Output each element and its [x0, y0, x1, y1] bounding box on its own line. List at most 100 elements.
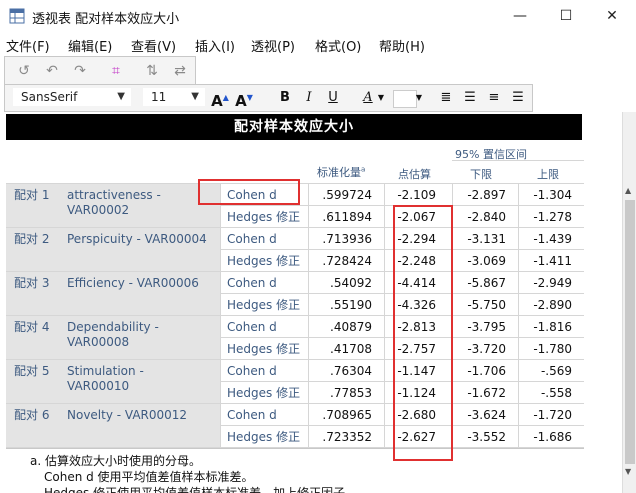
standardizer-cell: .76304 — [330, 364, 372, 378]
upper-bound-cell: -.558 — [540, 386, 572, 400]
lower-bound-cell: -3.552 — [467, 430, 506, 444]
lower-bound-cell: -1.706 — [467, 364, 506, 378]
font-size-select[interactable]: 11 ▼ — [143, 88, 205, 106]
menu-edit[interactable]: 编辑(E) — [68, 36, 112, 55]
lower-bound-cell: -2.840 — [467, 210, 506, 224]
swap-rows-icon[interactable]: ⇅ — [143, 62, 161, 80]
title-bar: 透视表 配对样本效应大小 — ☐ ✕ — [0, 0, 636, 32]
group-label: 配对 3 — [14, 276, 50, 290]
upper-bound-cell: -.569 — [540, 364, 572, 378]
footnote-a: a. 估算效应大小时使用的分母。 — [30, 454, 201, 468]
variable-label: Efficiency - VAR00006 — [67, 276, 199, 290]
vertical-scrollbar[interactable]: ▲ ▼ — [622, 112, 636, 493]
menu-file[interactable]: 文件(F) — [6, 36, 50, 55]
group-label: 配对 2 — [14, 232, 50, 246]
statistic-label: Cohen d — [227, 320, 277, 334]
statistic-label: Hedges 修正 — [227, 298, 301, 312]
upper-bound-cell: -1.411 — [533, 254, 572, 268]
align-justify-icon[interactable]: ☰ — [461, 88, 479, 108]
undo-icon[interactable]: ↺ — [15, 62, 33, 80]
menu-insert[interactable]: 插入(I) — [195, 36, 235, 55]
group-label: 配对 4 — [14, 320, 50, 334]
align-right-icon[interactable]: ☰ — [509, 88, 527, 108]
lower-bound-cell: -1.672 — [467, 386, 506, 400]
window-title: 透视表 配对样本效应大小 — [32, 12, 180, 27]
statistic-label: Hedges 修正 — [227, 342, 301, 356]
standardizer-cell: .77853 — [330, 386, 372, 400]
point-estimate-cell: -2.109 — [397, 188, 436, 202]
standardizer-cell: .723352 — [322, 430, 372, 444]
lower-bound-cell: -3.624 — [467, 408, 506, 422]
italic-button[interactable]: I — [301, 88, 317, 108]
pivot-toolbar: ↺ ↶ ↷ ⌗ ⇅ ⇄ — [4, 56, 196, 86]
bold-button[interactable]: B — [277, 88, 293, 108]
cohen-d-highlight — [198, 179, 300, 205]
underline-button[interactable]: U — [325, 88, 341, 108]
maximize-button[interactable]: ☐ — [543, 0, 589, 32]
font-family-select[interactable]: SansSerif ▼ — [13, 88, 131, 106]
upper-bound-cell: -1.439 — [533, 232, 572, 246]
column-divider — [518, 183, 519, 448]
upper-bound-cell: -1.278 — [533, 210, 572, 224]
pivot-table-icon — [9, 8, 25, 24]
variable-label: Novelty - VAR00012 — [67, 408, 188, 422]
scroll-down-icon[interactable]: ▼ — [625, 467, 631, 476]
group-label: 配对 6 — [14, 408, 50, 422]
standardizer-cell: .708965 — [322, 408, 372, 422]
menu-view[interactable]: 查看(V) — [131, 36, 176, 55]
chevron-down-icon[interactable]: ▼ — [415, 88, 423, 108]
menu-help[interactable]: 帮助(H) — [379, 36, 425, 55]
align-left-icon[interactable]: ≣ — [437, 88, 455, 108]
standardizer-cell: .599724 — [322, 188, 372, 202]
menu-format[interactable]: 格式(O) — [315, 36, 361, 55]
statistic-label: Hedges 修正 — [227, 210, 301, 224]
chevron-down-icon[interactable]: ▼ — [377, 88, 385, 108]
redo-icon[interactable]: ↷ — [71, 62, 89, 80]
minimize-button[interactable]: — — [497, 0, 543, 32]
lower-bound-cell: -3.131 — [467, 232, 506, 246]
table-title: 配对样本效应大小 — [6, 114, 582, 140]
format-toolbar: SansSerif ▼ 11 ▼ A▲ A▼ B I U A ▼ ▼ ≣ ☰ ≡… — [4, 84, 533, 112]
swap-columns-icon[interactable]: ⇄ — [171, 62, 189, 80]
upper-bound-cell: -1.720 — [533, 408, 572, 422]
lower-bound-cell: -5.867 — [467, 276, 506, 290]
upper-header: 上限 — [537, 168, 559, 181]
footnote-cohen: Cohen d 使用平均值差值样本标准差。 — [44, 470, 254, 484]
pivot-trays-icon[interactable]: ⌗ — [107, 62, 125, 80]
variable-label: attractiveness - VAR00002 — [67, 188, 161, 217]
font-size-value: 11 — [151, 90, 167, 104]
standardizer-cell: .728424 — [322, 254, 372, 268]
scroll-thumb[interactable] — [625, 200, 635, 464]
variable-label: Perspicuity - VAR00004 — [67, 232, 207, 246]
group-label: 配对 1 — [14, 188, 50, 202]
statistic-label: Cohen d — [227, 276, 277, 290]
point-header: 点估算 — [398, 168, 431, 181]
upper-bound-cell: -1.686 — [533, 430, 572, 444]
standardizer-cell: .55190 — [330, 298, 372, 312]
statistic-label: Cohen d — [227, 408, 277, 422]
column-divider — [384, 183, 385, 448]
chevron-down-icon: ▼ — [191, 91, 199, 102]
footnote-hedges: Hedges 修正使用平均值差值样本标准差，加上修正因子。 — [44, 486, 358, 493]
standardizer-cell: .611894 — [322, 210, 372, 224]
chevron-down-icon: ▼ — [117, 91, 125, 102]
text-color-button[interactable]: A — [361, 88, 375, 108]
point-estimate-highlight — [393, 205, 453, 461]
grow-font-button[interactable]: A▲ — [211, 88, 229, 110]
standardizer-cell: .713936 — [322, 232, 372, 246]
lower-bound-cell: -5.750 — [467, 298, 506, 312]
lower-bound-cell: -2.897 — [467, 188, 506, 202]
scroll-up-icon[interactable]: ▲ — [625, 186, 631, 195]
close-button[interactable]: ✕ — [589, 0, 635, 32]
background-color-swatch[interactable] — [393, 90, 417, 108]
menu-pivot[interactable]: 透视(P) — [251, 36, 295, 55]
align-center-icon[interactable]: ≡ — [485, 88, 503, 108]
upper-bound-cell: -2.949 — [533, 276, 572, 290]
redo-back-icon[interactable]: ↶ — [43, 62, 61, 80]
variable-label: Dependability - VAR00008 — [67, 320, 159, 349]
table-bottom-rule — [6, 448, 584, 449]
shrink-font-button[interactable]: A▼ — [235, 88, 253, 110]
variable-label: Stimulation - VAR00010 — [67, 364, 144, 393]
upper-bound-cell: -2.890 — [533, 298, 572, 312]
pivot-table-area: 配对样本效应大小 95% 置信区间 标准化量a 点估算 下限 上限 配对 1 at… — [0, 112, 622, 493]
